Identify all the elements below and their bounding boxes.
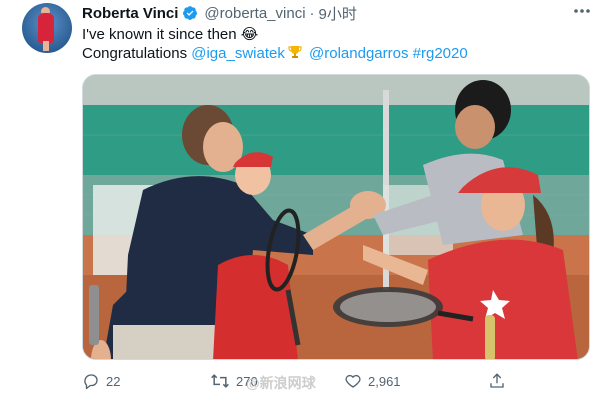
tweet-header: Roberta Vinci @roberta_vinci · 9小时 — [82, 3, 357, 23]
tweet-card[interactable]: Roberta Vinci @roberta_vinci · 9小时 I've … — [0, 0, 607, 406]
reply-button[interactable]: 22 — [82, 370, 120, 392]
trophy-icon — [288, 45, 302, 59]
watermark: @新浪网球 — [246, 372, 316, 394]
separator-dot: · — [309, 4, 315, 22]
tweet-text: I've known it since then — [82, 26, 241, 43]
tweet-text-line-2: Congratulations @iga_swiatek @rolandgarr… — [82, 45, 468, 62]
author-name[interactable]: Roberta Vinci — [82, 5, 178, 22]
tennis-photo — [83, 75, 589, 359]
watermark-text: @新浪网球 — [246, 375, 316, 391]
laughing-emoji: 😂 — [240, 25, 259, 43]
like-icon — [345, 374, 361, 388]
mention-rolandgarros[interactable]: @rolandgarros — [309, 45, 408, 62]
share-button[interactable] — [488, 370, 512, 392]
congrats-text: Congratulations — [82, 45, 192, 62]
more-options-icon[interactable] — [570, 3, 594, 19]
tweet-photo[interactable] — [82, 74, 590, 360]
author-handle[interactable]: @roberta_vinci — [204, 5, 305, 22]
like-count: 2,961 — [368, 373, 401, 389]
reply-icon — [84, 374, 98, 390]
share-icon — [490, 373, 504, 388]
retweet-icon — [211, 374, 229, 388]
tweet-time[interactable]: 9小时 — [319, 3, 357, 24]
like-button[interactable]: 2,961 — [344, 370, 401, 392]
reply-count: 22 — [106, 373, 121, 389]
hashtag-rg2020[interactable]: #rg2020 — [413, 45, 468, 62]
tweet-text-line-1: I've known it since then 😂 — [82, 25, 258, 43]
verified-badge-icon — [182, 5, 198, 21]
avatar[interactable] — [22, 3, 72, 53]
mention-iga-swiatek[interactable]: @iga_swiatek — [191, 45, 285, 62]
